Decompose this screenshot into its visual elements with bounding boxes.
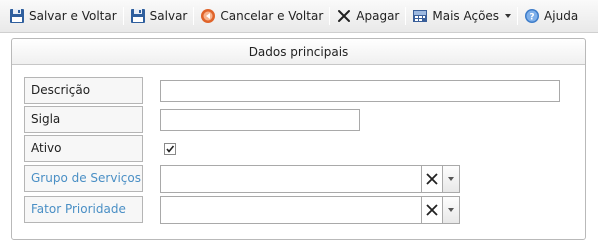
service-group-input[interactable] — [160, 165, 422, 193]
save-label: Salvar — [149, 9, 188, 23]
chevron-down-icon — [505, 14, 512, 18]
floppy-disk-icon — [9, 8, 25, 24]
save-button[interactable]: Salvar — [127, 5, 191, 27]
chevron-down-icon — [448, 177, 454, 181]
service-group-label[interactable]: Grupo de Serviços — [24, 165, 143, 192]
service-group-lookup — [160, 165, 460, 193]
close-icon — [426, 173, 438, 185]
priority-factor-input[interactable] — [160, 196, 422, 224]
more-actions-label: Mais Ações — [432, 9, 500, 23]
toolbar-separator — [193, 7, 195, 25]
svg-text:?: ? — [529, 13, 534, 23]
delete-label: Apagar — [356, 9, 400, 23]
more-actions-button[interactable]: Mais Ações — [409, 5, 514, 27]
priority-factor-clear-button[interactable] — [422, 196, 443, 224]
toolbar-separator — [122, 7, 124, 25]
help-button[interactable]: ? Ajuda — [521, 5, 581, 27]
more-actions-icon — [412, 8, 428, 24]
service-group-dropdown-button[interactable] — [443, 165, 460, 193]
toolbar-separator — [329, 7, 331, 25]
toolbar: Salvar e Voltar Salvar Cancelar e Voltar… — [0, 0, 598, 33]
cancel-back-icon — [200, 8, 216, 24]
priority-factor-label[interactable]: Fator Prioridade — [24, 196, 143, 223]
cancel-and-back-button[interactable]: Cancelar e Voltar — [197, 5, 326, 27]
floppy-disk-icon — [130, 8, 146, 24]
help-label: Ajuda — [544, 9, 579, 23]
chevron-down-icon — [448, 208, 454, 212]
toolbar-separator — [405, 7, 407, 25]
main-data-panel: Dados principais Descrição Sigla Ativo G… — [11, 38, 586, 240]
delete-button[interactable]: Apagar — [333, 5, 402, 27]
description-label: Descrição — [24, 77, 143, 104]
service-group-clear-button[interactable] — [422, 165, 443, 193]
panel-title: Dados principais — [12, 39, 585, 65]
priority-factor-dropdown-button[interactable] — [443, 196, 460, 224]
close-icon — [426, 204, 438, 216]
checkmark-icon — [166, 145, 175, 153]
cancel-and-back-label: Cancelar e Voltar — [220, 9, 324, 23]
description-input[interactable] — [160, 80, 560, 102]
help-icon: ? — [524, 8, 540, 24]
active-checkbox[interactable] — [164, 143, 176, 155]
save-and-back-label: Salvar e Voltar — [29, 9, 117, 23]
priority-factor-lookup — [160, 196, 460, 224]
abbreviation-input[interactable] — [160, 109, 360, 131]
save-and-back-button[interactable]: Salvar e Voltar — [6, 5, 120, 27]
toolbar-separator — [517, 7, 519, 25]
active-label: Ativo — [24, 135, 143, 162]
abbreviation-label: Sigla — [24, 106, 143, 133]
x-delete-icon — [336, 8, 352, 24]
